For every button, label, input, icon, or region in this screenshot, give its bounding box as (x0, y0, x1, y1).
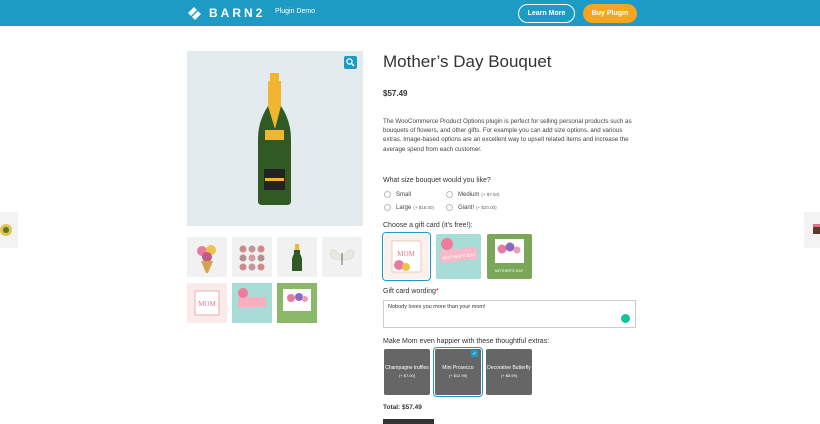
size-option-label: Large (396, 204, 412, 211)
wording-label-text: Gift card wording (383, 288, 436, 295)
size-option-small[interactable]: Small (384, 191, 411, 198)
next-product-thumb-icon (813, 224, 820, 234)
gallery-thumb-truffles[interactable] (232, 237, 272, 277)
size-option-extra-price: (+ $15.00) (413, 205, 434, 210)
extra-option-price: (+ $8.99) (500, 373, 518, 378)
size-option-extra-price: (+ $20.00) (476, 205, 497, 210)
product-main-image[interactable] (187, 51, 363, 226)
mothers-day-card-image (238, 288, 266, 307)
gift-card-label: Choose a gift card (it's free!): (383, 222, 473, 229)
wording-label: Gift card wording* (383, 288, 439, 295)
extra-option-champagne-truffles[interactable]: Champagne truffles (+ $7.00) (384, 349, 430, 395)
gift-card-option-green[interactable]: MOTHER'S DAY (487, 234, 532, 279)
card-mom-text: MOM (397, 250, 415, 258)
small-bottle-image (292, 244, 302, 271)
extra-option-price: (+ $12.99) (448, 373, 468, 378)
size-option-medium[interactable]: Medium (+ $7.50) (446, 191, 499, 198)
radio-icon (446, 204, 453, 211)
logo-text: BARN2 (209, 6, 266, 20)
required-mark: * (435, 288, 439, 295)
learn-more-button[interactable]: Learn More (518, 4, 575, 23)
mom-card-image: MOM (391, 240, 422, 273)
gallery-thumb-mom-card[interactable]: MOM (187, 283, 227, 323)
size-option-label: Small (396, 191, 412, 198)
previous-product-nav[interactable] (0, 212, 18, 248)
product-price: $57.49 (383, 89, 408, 98)
champagne-bottle-image (258, 73, 291, 205)
plugin-demo-label: Plugin Demo (275, 8, 316, 15)
gallery-thumb-bottle[interactable] (277, 237, 317, 277)
buy-plugin-button[interactable]: Buy Plugin (583, 4, 637, 23)
barn2-logo-icon (188, 7, 201, 20)
zoom-icon (346, 58, 355, 67)
size-option-label: Medium (458, 191, 480, 198)
size-question-label: What size bouquet would you like? (383, 177, 491, 184)
size-option-extra-price: (+ $7.50) (481, 192, 500, 197)
brand-logo[interactable]: BARN2 (186, 5, 265, 21)
gallery-thumb-butterfly[interactable] (322, 237, 362, 277)
truffles-image (239, 245, 265, 271)
gift-card-option-mothers-day[interactable]: MOTHER'S DAY (436, 234, 481, 279)
gift-card-wording-input[interactable]: Nobody loves you more than your mom! (383, 300, 636, 328)
extra-option-decorative-butterfly[interactable]: Decorative Butterfly (+ $8.99) (486, 349, 532, 395)
previous-product-thumb-icon (0, 224, 12, 236)
zoom-button[interactable] (344, 56, 357, 69)
extra-option-name: Champagne truffles (385, 365, 429, 371)
product-title: Mother’s Day Bouquet (383, 52, 552, 71)
size-option-giant[interactable]: Giant! (+ $20.00) (446, 204, 497, 211)
grammarly-icon[interactable] (621, 314, 630, 323)
radio-icon (384, 204, 391, 211)
green-card-image (283, 289, 311, 311)
mom-card-image: MOM (194, 290, 220, 316)
extra-option-price: (+ $7.00) (398, 373, 416, 378)
next-product-nav[interactable] (804, 212, 820, 248)
product-description: The WooCommerce Product Options plugin i… (383, 118, 632, 153)
total-price: Total: $57.49 (383, 404, 422, 411)
site-header: BARN2 Plugin Demo Learn More Buy Plugin (0, 0, 820, 26)
extras-label: Make Mom even happier with these thought… (383, 338, 550, 345)
green-card-image: MOTHER'S DAY (495, 239, 524, 273)
mothers-day-card-image: MOTHER'S DAY (439, 238, 478, 263)
radio-icon (384, 191, 391, 198)
extra-option-name: Decorative Butterfly (487, 365, 531, 371)
size-option-large[interactable]: Large (+ $15.00) (384, 204, 434, 211)
svg-text:MOM: MOM (198, 300, 216, 308)
gallery-thumb-mothers-day-card[interactable] (232, 283, 272, 323)
bouquet-image (197, 245, 216, 273)
card-green-text: MOTHER'S DAY (495, 269, 524, 273)
radio-icon (446, 191, 453, 198)
checkmark-icon: ✓ (471, 350, 478, 357)
gallery-thumb-green-card[interactable] (277, 283, 317, 323)
butterfly-image (329, 249, 355, 265)
gift-card-option-mom[interactable]: MOM (382, 232, 431, 281)
size-option-label: Giant! (458, 204, 475, 211)
add-to-cart-button[interactable] (383, 419, 434, 424)
extra-option-name: Mini Prosecco (442, 365, 474, 371)
gallery-thumb-bouquet[interactable] (187, 237, 227, 277)
